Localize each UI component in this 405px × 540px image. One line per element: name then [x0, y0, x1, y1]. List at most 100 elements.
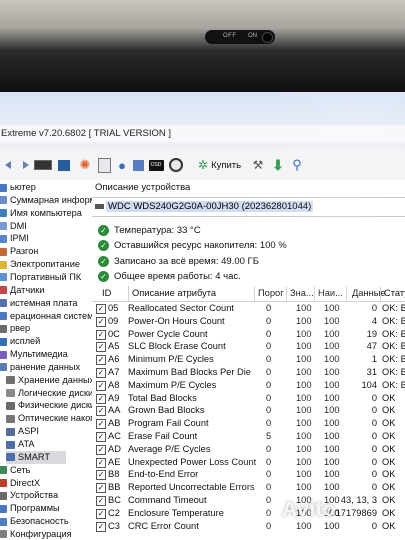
table-row[interactable]: ✓ AB Program Fail Count 0 100 100 0 OK: [92, 417, 405, 430]
table-row[interactable]: ✓ 05 Reallocated Sector Count 0 100 100 0 OK: B: [92, 302, 405, 315]
cell-id: AB: [108, 418, 121, 429]
sidebar-item[interactable]: Портативный ПК: [0, 271, 81, 284]
row-checkbox[interactable]: ✓: [96, 470, 106, 481]
sidebar-item[interactable]: ьютер: [0, 181, 36, 194]
row-checkbox[interactable]: ✓: [96, 521, 106, 532]
sidebar-item[interactable]: Конфигурация: [0, 528, 72, 540]
cell-thr: 0: [266, 520, 272, 531]
row-checkbox[interactable]: ✓: [96, 508, 106, 519]
sidebar-item[interactable]: DirectX: [0, 477, 40, 490]
device-select[interactable]: WDC WDS240G2G0A-00JH30 (202362801044): [92, 197, 405, 217]
sidebar-item-label: ASPI: [18, 426, 39, 437]
row-checkbox[interactable]: ✓: [96, 355, 106, 366]
col-description[interactable]: Описание атрибута: [132, 288, 216, 298]
table-row[interactable]: ✓ AD Average P/E Cycles 0 100 100 0 OK: [92, 443, 405, 456]
row-checkbox[interactable]: ✓: [96, 444, 106, 455]
gauge-icon[interactable]: [167, 156, 185, 174]
sidebar-item[interactable]: SMART: [6, 450, 66, 464]
sidebar-item[interactable]: Сеть: [0, 464, 30, 477]
chart-icon[interactable]: [131, 156, 145, 174]
table-row[interactable]: ✓ A5 SLC Block Erase Count 0 100 100 47 OK: B: [92, 340, 405, 353]
col-status[interactable]: Статус: [384, 288, 405, 298]
row-checkbox[interactable]: ✓: [96, 419, 106, 430]
sidebar-item[interactable]: Устройства: [0, 489, 58, 502]
sidebar-item[interactable]: Датчики: [0, 284, 44, 297]
search-icon[interactable]: ⚲: [289, 156, 305, 174]
sidebar-item[interactable]: Электропитание: [0, 258, 80, 271]
sidebar-item[interactable]: истемная плата: [0, 297, 77, 310]
row-checkbox[interactable]: ✓: [96, 496, 106, 506]
row-checkbox[interactable]: ✓: [96, 393, 106, 404]
col-id[interactable]: ID: [102, 288, 111, 298]
table-row[interactable]: ✓ BB Reported Uncorrectable Errors 0 100 100 0…: [92, 481, 405, 494]
table-row[interactable]: ✓ AC Erase Fail Count 5 100 100 0 OK: [92, 430, 405, 443]
sidebar-item-label: Датчики: [10, 284, 45, 295]
table-row[interactable]: ✓ BC Command Timeout 0 100 100 43, 13, 3 OK: [92, 494, 405, 507]
buy-button[interactable]: ✲ Купить: [198, 156, 246, 174]
sidebar-item[interactable]: Безопасность: [0, 515, 69, 528]
flame-icon[interactable]: ✺: [77, 156, 93, 174]
sidebar-item[interactable]: Программы: [0, 502, 60, 515]
sidebar-item-label: Электропитание: [10, 259, 80, 270]
row-checkbox[interactable]: ✓: [96, 304, 106, 314]
table-row[interactable]: ✓ A8 Maximum P/E Cycles 0 100 100 104 OK: B: [92, 379, 405, 392]
sidebar-item[interactable]: Мультимедиа: [0, 348, 68, 361]
sidebar-item[interactable]: ранение данных: [0, 361, 80, 374]
sidebar-item[interactable]: Физические диски: [6, 399, 95, 412]
table-row[interactable]: ✓ AA Grown Bad Blocks 0 100 100 0 OK: [92, 404, 405, 417]
cell-val: 100: [296, 379, 312, 390]
table-row[interactable]: ✓ C2 Enclosure Temperature 0 100 100 17179869 O…: [92, 507, 405, 520]
table-row[interactable]: ✓ AE Unexpected Power Loss Count 0 100 100 0 OK: [92, 456, 405, 469]
forward-icon[interactable]: [16, 156, 32, 174]
row-checkbox[interactable]: ✓: [96, 316, 106, 327]
table-row[interactable]: ✓ 09 Power-On Hours Count 0 100 100 4 OK: B: [92, 315, 405, 328]
sidebar-item[interactable]: исплей: [0, 335, 40, 348]
sidebar-item[interactable]: ATA: [6, 438, 35, 451]
col-worst[interactable]: Наи...: [318, 288, 343, 298]
sidebar-item[interactable]: Логические диски: [6, 387, 93, 400]
osd-icon[interactable]: OSD: [147, 156, 165, 174]
table-row[interactable]: ✓ B8 End-to-End Error 0 100 100 0 OK: [92, 468, 405, 481]
row-checkbox[interactable]: ✓: [96, 457, 106, 468]
row-checkbox[interactable]: ✓: [96, 368, 106, 378]
cell-val: 100: [296, 418, 312, 429]
table-row[interactable]: ✓ A7 Maximum Bad Blocks Per Die 0 100 100 31 OK…: [92, 366, 405, 379]
cell-status: OK: [382, 495, 396, 505]
cell-id: AC: [108, 431, 121, 441]
sidebar-item[interactable]: IPMI: [0, 232, 29, 245]
users-icon[interactable]: ●: [114, 156, 130, 174]
download-icon[interactable]: ⬇: [270, 156, 286, 174]
cell-worst: 100: [324, 469, 340, 480]
row-checkbox[interactable]: ✓: [96, 342, 106, 353]
table-row[interactable]: ✓ A9 Total Bad Blocks 0 100 100 0 OK: [92, 392, 405, 405]
table-row[interactable]: ✓ 0C Power Cycle Count 0 100 100 19 OK: B: [92, 328, 405, 341]
cell-thr: 0: [266, 367, 272, 377]
cell-worst: 100: [324, 341, 340, 352]
col-value[interactable]: Зна...: [290, 288, 314, 298]
row-checkbox[interactable]: ✓: [96, 432, 106, 442]
sidebar-item[interactable]: ASPI: [6, 425, 39, 438]
cell-id: A5: [108, 341, 120, 352]
sidebar-item[interactable]: Имя компьютера: [0, 207, 82, 220]
cell-status: OK: B: [382, 341, 405, 352]
cell-status: OK: [382, 520, 396, 531]
row-checkbox[interactable]: ✓: [96, 406, 106, 417]
cell-name: Erase Fail Count: [128, 431, 198, 441]
webcam-off-label: OFF: [223, 33, 237, 39]
memory-icon[interactable]: [33, 156, 53, 174]
sidebar-item[interactable]: Разгон: [0, 245, 38, 258]
table-row[interactable]: ✓ A6 Minimum P/E Cycles 0 100 100 1 OK: B: [92, 353, 405, 366]
col-threshold[interactable]: Порог: [258, 288, 284, 298]
cpu-icon[interactable]: [56, 156, 72, 174]
row-checkbox[interactable]: ✓: [96, 380, 106, 391]
cell-data: 1: [371, 354, 377, 365]
table-row[interactable]: ✓ C3 CRC Error Count 0 100 100 0 OK: [92, 520, 405, 533]
tools-icon[interactable]: ⚒: [250, 156, 266, 174]
row-checkbox[interactable]: ✓: [96, 329, 106, 340]
sidebar-item[interactable]: рвер: [0, 322, 30, 335]
row-checkbox[interactable]: ✓: [96, 483, 106, 494]
report-icon[interactable]: [96, 156, 112, 174]
sidebar-item[interactable]: ерационная система: [0, 310, 99, 323]
sidebar-item[interactable]: DMI: [0, 220, 27, 233]
cell-thr: 0: [266, 418, 272, 429]
